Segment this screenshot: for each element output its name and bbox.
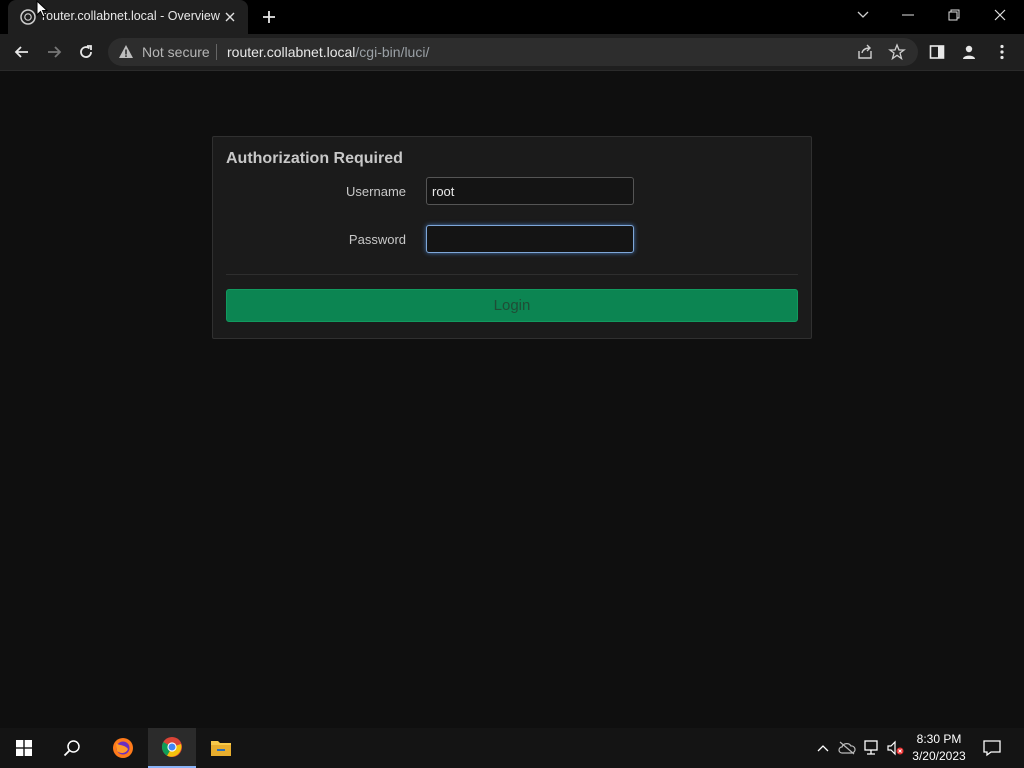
divider (216, 44, 217, 60)
volume-muted-icon[interactable] (885, 738, 905, 758)
windows-start-icon[interactable] (0, 728, 48, 768)
menu-kebab-icon[interactable] (991, 41, 1013, 63)
plus-icon[interactable] (258, 6, 280, 28)
minimize-icon[interactable] (888, 0, 928, 30)
forward-icon[interactable] (42, 40, 66, 64)
cloud-offline-icon[interactable] (837, 738, 857, 758)
bookmark-star-icon[interactable] (888, 43, 906, 61)
system-clock[interactable]: 8:30 PM 3/20/2023 (906, 731, 972, 765)
password-field[interactable] (426, 225, 634, 253)
openwrt-icon (20, 9, 36, 25)
url-text[interactable]: router.collabnet.local/cgi-bin/luci/ (227, 44, 429, 60)
tab-close-icon[interactable] (221, 8, 239, 26)
url-path: /cgi-bin/luci/ (355, 44, 430, 60)
password-label: Password (348, 232, 406, 247)
chrome-icon[interactable] (148, 728, 196, 768)
close-icon[interactable] (980, 0, 1020, 30)
clock-date: 3/20/2023 (912, 749, 966, 763)
side-panel-icon[interactable] (926, 41, 948, 63)
network-icon[interactable] (861, 738, 881, 758)
share-icon[interactable] (856, 43, 874, 61)
reload-icon[interactable] (74, 40, 98, 64)
address-bar[interactable]: Not secure router.collabnet.local/cgi-bi… (108, 38, 918, 66)
profile-icon[interactable] (958, 41, 980, 63)
taskbar: 8:30 PM 3/20/2023 (0, 728, 1024, 768)
back-icon[interactable] (10, 40, 34, 64)
tab-title: router.collabnet.local - Overview (42, 9, 220, 23)
mouse-cursor-icon (36, 0, 49, 23)
warning-icon[interactable] (118, 44, 134, 60)
divider (226, 274, 798, 275)
search-icon[interactable] (48, 728, 96, 768)
file-explorer-icon[interactable] (197, 728, 245, 768)
restore-icon[interactable] (934, 0, 974, 30)
username-field[interactable] (426, 177, 634, 205)
browser-toolbar: Not secure router.collabnet.local/cgi-bi… (0, 34, 1024, 71)
firefox-icon[interactable] (99, 728, 147, 768)
browser-title-bar: router.collabnet.local - Overview (0, 0, 1024, 34)
chevron-up-icon[interactable] (813, 738, 833, 758)
login-panel: Authorization Required Username Password… (212, 136, 812, 339)
notification-icon[interactable] (980, 736, 1004, 760)
chevron-down-icon[interactable] (843, 0, 883, 30)
clock-time: 8:30 PM (916, 732, 962, 746)
url-host: router.collabnet.local (227, 44, 356, 60)
page-title: Authorization Required (226, 150, 403, 167)
security-label[interactable]: Not secure (142, 44, 210, 60)
username-label: Username (346, 184, 406, 199)
login-button[interactable]: Login (226, 289, 798, 322)
